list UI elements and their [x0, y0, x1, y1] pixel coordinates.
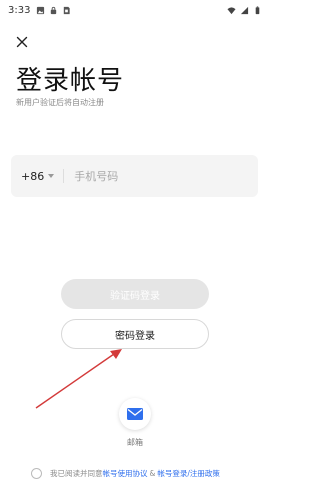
country-code-selector[interactable]: +86 — [21, 170, 44, 183]
battery-icon — [255, 5, 260, 14]
chevron-down-icon[interactable] — [48, 174, 55, 178]
gallery-notification-icon — [37, 6, 45, 14]
login-screen: 3:33 登录帐号 新用户验证后将自动注册 +86 验证码登录 密码登录 — [0, 0, 270, 486]
email-login-button[interactable] — [119, 398, 151, 430]
agreement-checkbox[interactable] — [31, 467, 42, 479]
field-divider — [63, 169, 65, 183]
wifi-icon — [227, 6, 236, 14]
email-label: 邮箱 — [127, 438, 143, 447]
status-bar: 3:33 — [0, 0, 270, 20]
agreement-separator: & — [149, 468, 156, 478]
password-login-button[interactable]: 密码登录 — [61, 319, 209, 349]
status-time: 3:33 — [8, 4, 31, 16]
signal-icon — [240, 6, 249, 14]
page-title: 登录帐号 — [16, 66, 125, 96]
agreement-row: 我已阅读并同意 帐号使用协议 & 帐号登录/注册政策 — [31, 466, 271, 480]
close-icon — [16, 36, 28, 48]
user-agreement-link[interactable]: 帐号使用协议 — [103, 468, 148, 479]
close-button[interactable] — [12, 32, 32, 52]
code-login-button[interactable]: 验证码登录 — [61, 279, 209, 309]
agreement-prefix: 我已阅读并同意 — [50, 468, 103, 478]
privacy-policy-link[interactable]: 帐号登录/注册政策 — [157, 468, 220, 479]
lock-notification-icon — [51, 6, 57, 14]
sim-notification-icon — [64, 6, 71, 14]
mail-icon — [127, 408, 143, 420]
page-subtitle: 新用户验证后将自动注册 — [16, 98, 104, 107]
phone-number-input[interactable] — [74, 169, 225, 183]
phone-field: +86 — [11, 155, 258, 197]
